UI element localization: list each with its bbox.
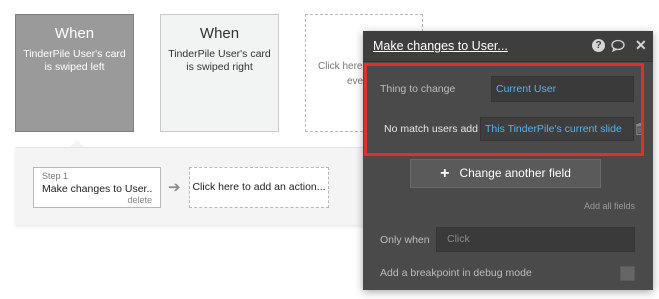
only-when-input[interactable]: Click [436, 227, 635, 252]
add-action-button[interactable]: Click here to add an action... [189, 167, 329, 208]
change-another-field-label: Change another field [459, 166, 571, 180]
event-card-swiped-left[interactable]: When TinderPile User's card is swiped le… [15, 14, 134, 132]
help-icon[interactable]: ? [592, 39, 605, 52]
breakpoint-checkbox[interactable] [620, 266, 635, 281]
arrow-right-icon: ➔ [168, 179, 181, 196]
action-property-editor: Make changes to User... ? ✕ Thing to cha… [363, 31, 653, 290]
step-number: Step 1 [42, 171, 69, 181]
field-name-label: No match users add [384, 123, 478, 135]
add-all-fields-link[interactable]: Add all fields [584, 201, 635, 211]
comment-icon[interactable] [611, 39, 625, 55]
field-value-expression[interactable]: This TinderPile's current slide [480, 117, 634, 141]
thing-to-change-dropdown[interactable]: Current User [491, 76, 634, 102]
event-description: TinderPile User's card is swiped right [168, 48, 271, 73]
only-when-label: Only when [380, 234, 430, 246]
panel-title[interactable]: Make changes to User... [373, 39, 508, 53]
step-action-label: Make changes to User... [42, 183, 152, 195]
trash-icon[interactable] [635, 123, 645, 138]
breakpoint-label: Add a breakpoint in debug mode [380, 267, 532, 279]
event-title: When [199, 25, 240, 42]
close-icon[interactable]: ✕ [635, 38, 647, 52]
plus-icon: + [440, 165, 450, 182]
change-another-field-button[interactable]: + Change another field [410, 159, 601, 188]
event-card-swiped-right[interactable]: When TinderPile User's card is swiped ri… [160, 14, 279, 132]
event-title: When [54, 25, 95, 42]
event-description: TinderPile User's card is swiped left [23, 48, 126, 73]
workflow-step-1[interactable]: Step 1 Make changes to User... delete [33, 167, 161, 208]
step-delete-link[interactable]: delete [127, 195, 152, 205]
panel-header: Make changes to User... ? ✕ [363, 31, 653, 62]
thing-to-change-label: Thing to change [380, 83, 456, 95]
